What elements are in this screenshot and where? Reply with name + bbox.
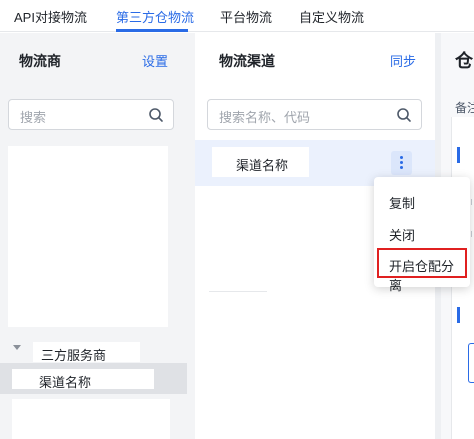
note-label: 备注	[455, 101, 474, 115]
provider-panel-title: 物流商	[19, 53, 61, 69]
menu-item-enable-warehouse-separation[interactable]: 开启仓配分离	[377, 248, 467, 293]
caret-down-icon[interactable]	[13, 345, 21, 350]
tab-third-party-warehouse-logistics[interactable]: 第三方仓物流	[116, 7, 194, 26]
channel-search-placeholder: 搜索名称、代码	[219, 110, 311, 125]
search-icon[interactable]	[396, 107, 412, 123]
more-vertical-icon[interactable]	[391, 151, 412, 175]
channel-more-menu: 复制 关闭 开启仓配分离	[374, 177, 470, 293]
logistics-provider-panel: 物流商 设置 搜索 三方服务商 渠道名称	[0, 33, 187, 439]
tree-node-channel-selected[interactable]: 渠道名称	[0, 363, 187, 394]
tree-node-selected-label: 渠道名称	[12, 369, 154, 390]
provider-list-area	[8, 146, 168, 327]
channel-search-input[interactable]: 搜索名称、代码	[207, 99, 422, 130]
search-icon[interactable]	[148, 107, 164, 123]
tree-node-label: 三方服务商	[33, 342, 140, 363]
settings-link[interactable]: 设置	[142, 51, 168, 70]
tab-api-logistics[interactable]: API对接物流	[14, 7, 87, 26]
section-marker	[457, 307, 460, 323]
section-marker	[457, 147, 460, 163]
active-tab-indicator	[116, 29, 188, 32]
option-card[interactable]	[468, 343, 474, 383]
menu-item-copy[interactable]: 复制	[374, 185, 470, 215]
sync-link[interactable]: 同步	[390, 51, 416, 70]
tree-node-third-party-providers[interactable]: 三方服务商	[8, 341, 178, 363]
provider-list-area-lower	[12, 399, 170, 439]
detail-panel-title: 仓	[455, 51, 473, 71]
divider	[209, 291, 267, 292]
channel-name: 渠道名称	[212, 147, 309, 177]
provider-search-placeholder: 搜索	[20, 110, 47, 125]
top-tab-bar: API对接物流 第三方仓物流 平台物流 自定义物流	[0, 0, 474, 32]
tab-custom-logistics[interactable]: 自定义物流	[299, 7, 364, 26]
provider-search-input[interactable]: 搜索	[8, 99, 174, 130]
panel-divider	[187, 33, 195, 439]
channel-panel-title: 物流渠道	[219, 53, 275, 69]
menu-item-close[interactable]: 关闭	[374, 217, 470, 247]
tab-platform-logistics[interactable]: 平台物流	[220, 7, 272, 26]
